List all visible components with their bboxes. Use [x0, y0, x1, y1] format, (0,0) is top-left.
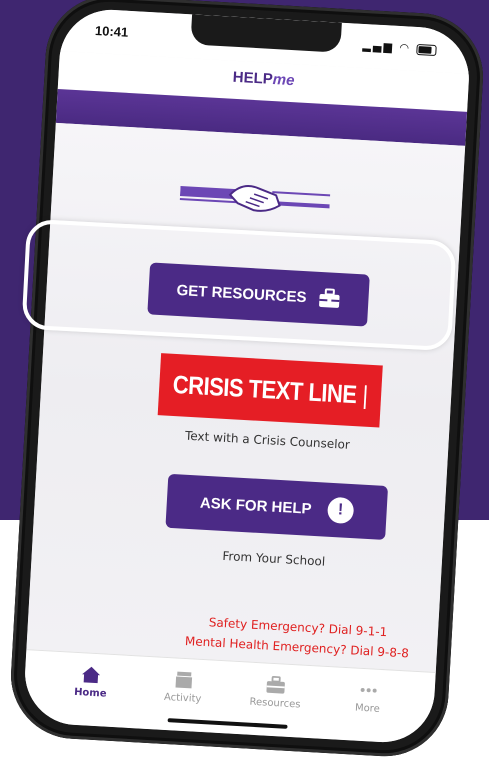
activity-icon — [175, 671, 192, 689]
notch — [190, 14, 342, 53]
status-icons: ▂▄▆ ◠ — [362, 39, 437, 56]
tab-more[interactable]: More — [331, 667, 405, 743]
status-time: 10:41 — [94, 22, 129, 40]
logo-text-main: HELP — [232, 68, 274, 88]
tab-home[interactable]: Home — [54, 652, 128, 728]
logo-text-me: me — [272, 70, 295, 90]
ask-for-help-label: ASK FOR HELP — [199, 494, 313, 518]
exclamation-icon: ! — [326, 496, 355, 525]
tab-more-label: More — [354, 702, 381, 715]
app-logo: HELPme — [232, 69, 295, 89]
highlight-ring — [21, 218, 457, 352]
tab-home-label: Home — [73, 686, 107, 700]
crisis-cursor: | — [361, 380, 369, 410]
toolbox-icon — [266, 675, 286, 694]
phone-screen: 10:41 ▂▄▆ ◠ HELPme GET RESOURCES CRISIS … — [22, 7, 472, 745]
home-icon — [82, 666, 101, 684]
phone-device: 10:41 ▂▄▆ ◠ HELPme GET RESOURCES CRISIS … — [7, 0, 487, 760]
tab-resources-label: Resources — [249, 696, 301, 711]
wifi-icon: ◠ — [399, 41, 412, 55]
handshake-icon — [179, 185, 331, 212]
more-icon — [360, 687, 377, 693]
tab-activity-label: Activity — [163, 691, 202, 705]
crisis-text-line-button[interactable]: CRISIS TEXT LINE | — [157, 353, 383, 428]
battery-icon — [416, 43, 437, 56]
signal-icon: ▂▄▆ — [362, 38, 395, 54]
crisis-label: CRISIS TEXT LINE — [172, 369, 358, 409]
